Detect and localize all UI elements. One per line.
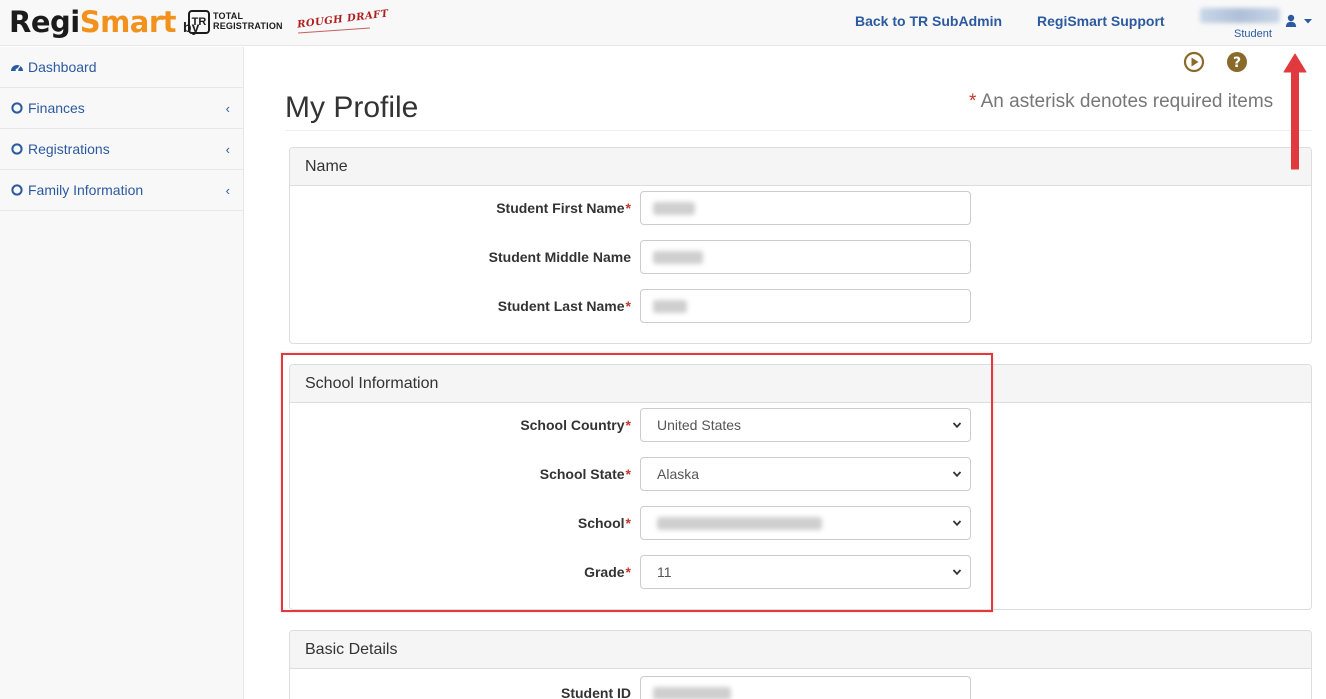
- sidebar-item-family-information[interactable]: Family Information ‹: [0, 170, 243, 211]
- chevron-down-icon: [952, 569, 962, 576]
- panel-heading: School Information: [290, 365, 1311, 403]
- field-label: Student ID: [561, 685, 631, 699]
- rough-draft-stamp: ROUGH DRAFT: [296, 8, 390, 31]
- logo-smart-text: Smart: [79, 5, 177, 39]
- first-name-input[interactable]: [640, 191, 971, 225]
- chevron-left-icon: ‹: [225, 101, 230, 116]
- top-navbar: Regi Smart by TR TOTAL REGISTRATION ROUGH …: [0, 0, 1326, 46]
- question-circle-icon[interactable]: ?: [1226, 51, 1248, 73]
- required-marker: *: [625, 417, 631, 433]
- user-icon: [1285, 14, 1297, 27]
- user-name-redacted[interactable]: [1200, 8, 1280, 23]
- form-row-school: School *: [290, 506, 1311, 540]
- last-name-input[interactable]: [640, 289, 971, 323]
- circle-icon: [11, 184, 23, 196]
- required-marker: *: [625, 200, 631, 216]
- sidebar-item-label: Finances: [28, 100, 85, 116]
- total-registration-mark: TR: [188, 10, 210, 34]
- form-row-last-name: Student Last Name *: [290, 289, 1311, 323]
- selected-value: United States: [657, 417, 742, 433]
- middle-name-input[interactable]: [640, 240, 971, 274]
- back-to-subadmin-link[interactable]: Back to TR SubAdmin: [855, 13, 1002, 29]
- student-id-input[interactable]: [640, 676, 971, 699]
- regismart-support-link[interactable]: RegiSmart Support: [1037, 13, 1165, 29]
- redacted-value: [653, 687, 731, 699]
- chevron-left-icon: ‹: [225, 142, 230, 157]
- play-circle-icon[interactable]: [1183, 51, 1205, 73]
- basic-details-panel: Basic Details Student ID: [289, 630, 1312, 699]
- redacted-value: [657, 517, 822, 530]
- required-items-note: * An asterisk denotes required items: [969, 91, 1273, 113]
- school-state-select[interactable]: Alaska: [640, 457, 971, 491]
- redacted-value: [653, 300, 687, 313]
- redacted-value: [653, 251, 703, 264]
- sidebar-item-label: Dashboard: [28, 59, 97, 75]
- field-label: School Country *: [520, 417, 631, 433]
- chevron-down-icon: [952, 520, 962, 527]
- tr-line-2: REGISTRATION: [213, 21, 283, 31]
- form-row-school-country: School Country * United States: [290, 408, 1311, 442]
- chevron-down-icon: [952, 471, 962, 478]
- redacted-value: [653, 202, 695, 215]
- name-panel: Name Student First Name * Student Middle …: [289, 147, 1312, 344]
- sidebar-item-label: Registrations: [28, 141, 110, 157]
- page-title: My Profile: [285, 91, 419, 124]
- selected-value: Alaska: [657, 466, 700, 482]
- selected-value: 11: [657, 564, 672, 580]
- user-menu-toggle[interactable]: [1285, 13, 1315, 31]
- panel-heading: Name: [290, 148, 1311, 186]
- field-label: Student Middle Name: [488, 249, 631, 265]
- field-label: Student First Name *: [496, 200, 631, 216]
- form-row-grade: Grade * 11: [290, 555, 1311, 589]
- school-country-select[interactable]: United States: [640, 408, 971, 442]
- field-label: School State *: [539, 466, 631, 482]
- sidebar: Dashboard Finances ‹ Registrations ‹ Fam…: [0, 47, 244, 699]
- required-marker: *: [625, 564, 631, 580]
- chevron-down-icon: [952, 422, 962, 429]
- logo-regi-text: Regi: [9, 5, 80, 39]
- sidebar-item-finances[interactable]: Finances ‹: [0, 88, 243, 129]
- caret-down-icon: [1304, 19, 1312, 24]
- total-registration-text: TOTAL REGISTRATION: [213, 11, 283, 31]
- circle-icon: [11, 143, 23, 155]
- required-marker: *: [625, 515, 631, 531]
- form-row-middle-name: Student Middle Name: [290, 240, 1311, 274]
- required-marker: *: [625, 466, 631, 482]
- field-label: Student Last Name *: [497, 298, 631, 314]
- grade-select[interactable]: 11: [640, 555, 971, 589]
- dashboard-icon: [11, 65, 23, 72]
- required-marker: *: [625, 298, 631, 314]
- field-label: School *: [577, 515, 631, 531]
- tr-line-1: TOTAL: [213, 11, 244, 21]
- field-label: Grade *: [584, 564, 631, 580]
- circle-icon: [11, 102, 23, 114]
- required-note-text: An asterisk denotes required items: [976, 91, 1274, 112]
- sidebar-item-dashboard[interactable]: Dashboard: [0, 47, 243, 88]
- school-select[interactable]: [640, 506, 971, 540]
- sidebar-item-label: Family Information: [28, 182, 144, 198]
- school-information-panel: School Information School Country * Unite…: [289, 364, 1312, 610]
- form-row-school-state: School State * Alaska: [290, 457, 1311, 491]
- regismart-logo[interactable]: Regi Smart by: [9, 2, 199, 42]
- panel-heading: Basic Details: [290, 631, 1311, 669]
- sidebar-item-registrations[interactable]: Registrations ‹: [0, 129, 243, 170]
- user-role-label: Student: [1234, 28, 1272, 40]
- form-row-first-name: Student First Name *: [290, 191, 1311, 225]
- svg-text:?: ?: [1233, 55, 1241, 71]
- chevron-left-icon: ‹: [225, 183, 230, 198]
- title-divider: [285, 130, 1312, 131]
- form-row-student-id: Student ID: [290, 676, 1311, 699]
